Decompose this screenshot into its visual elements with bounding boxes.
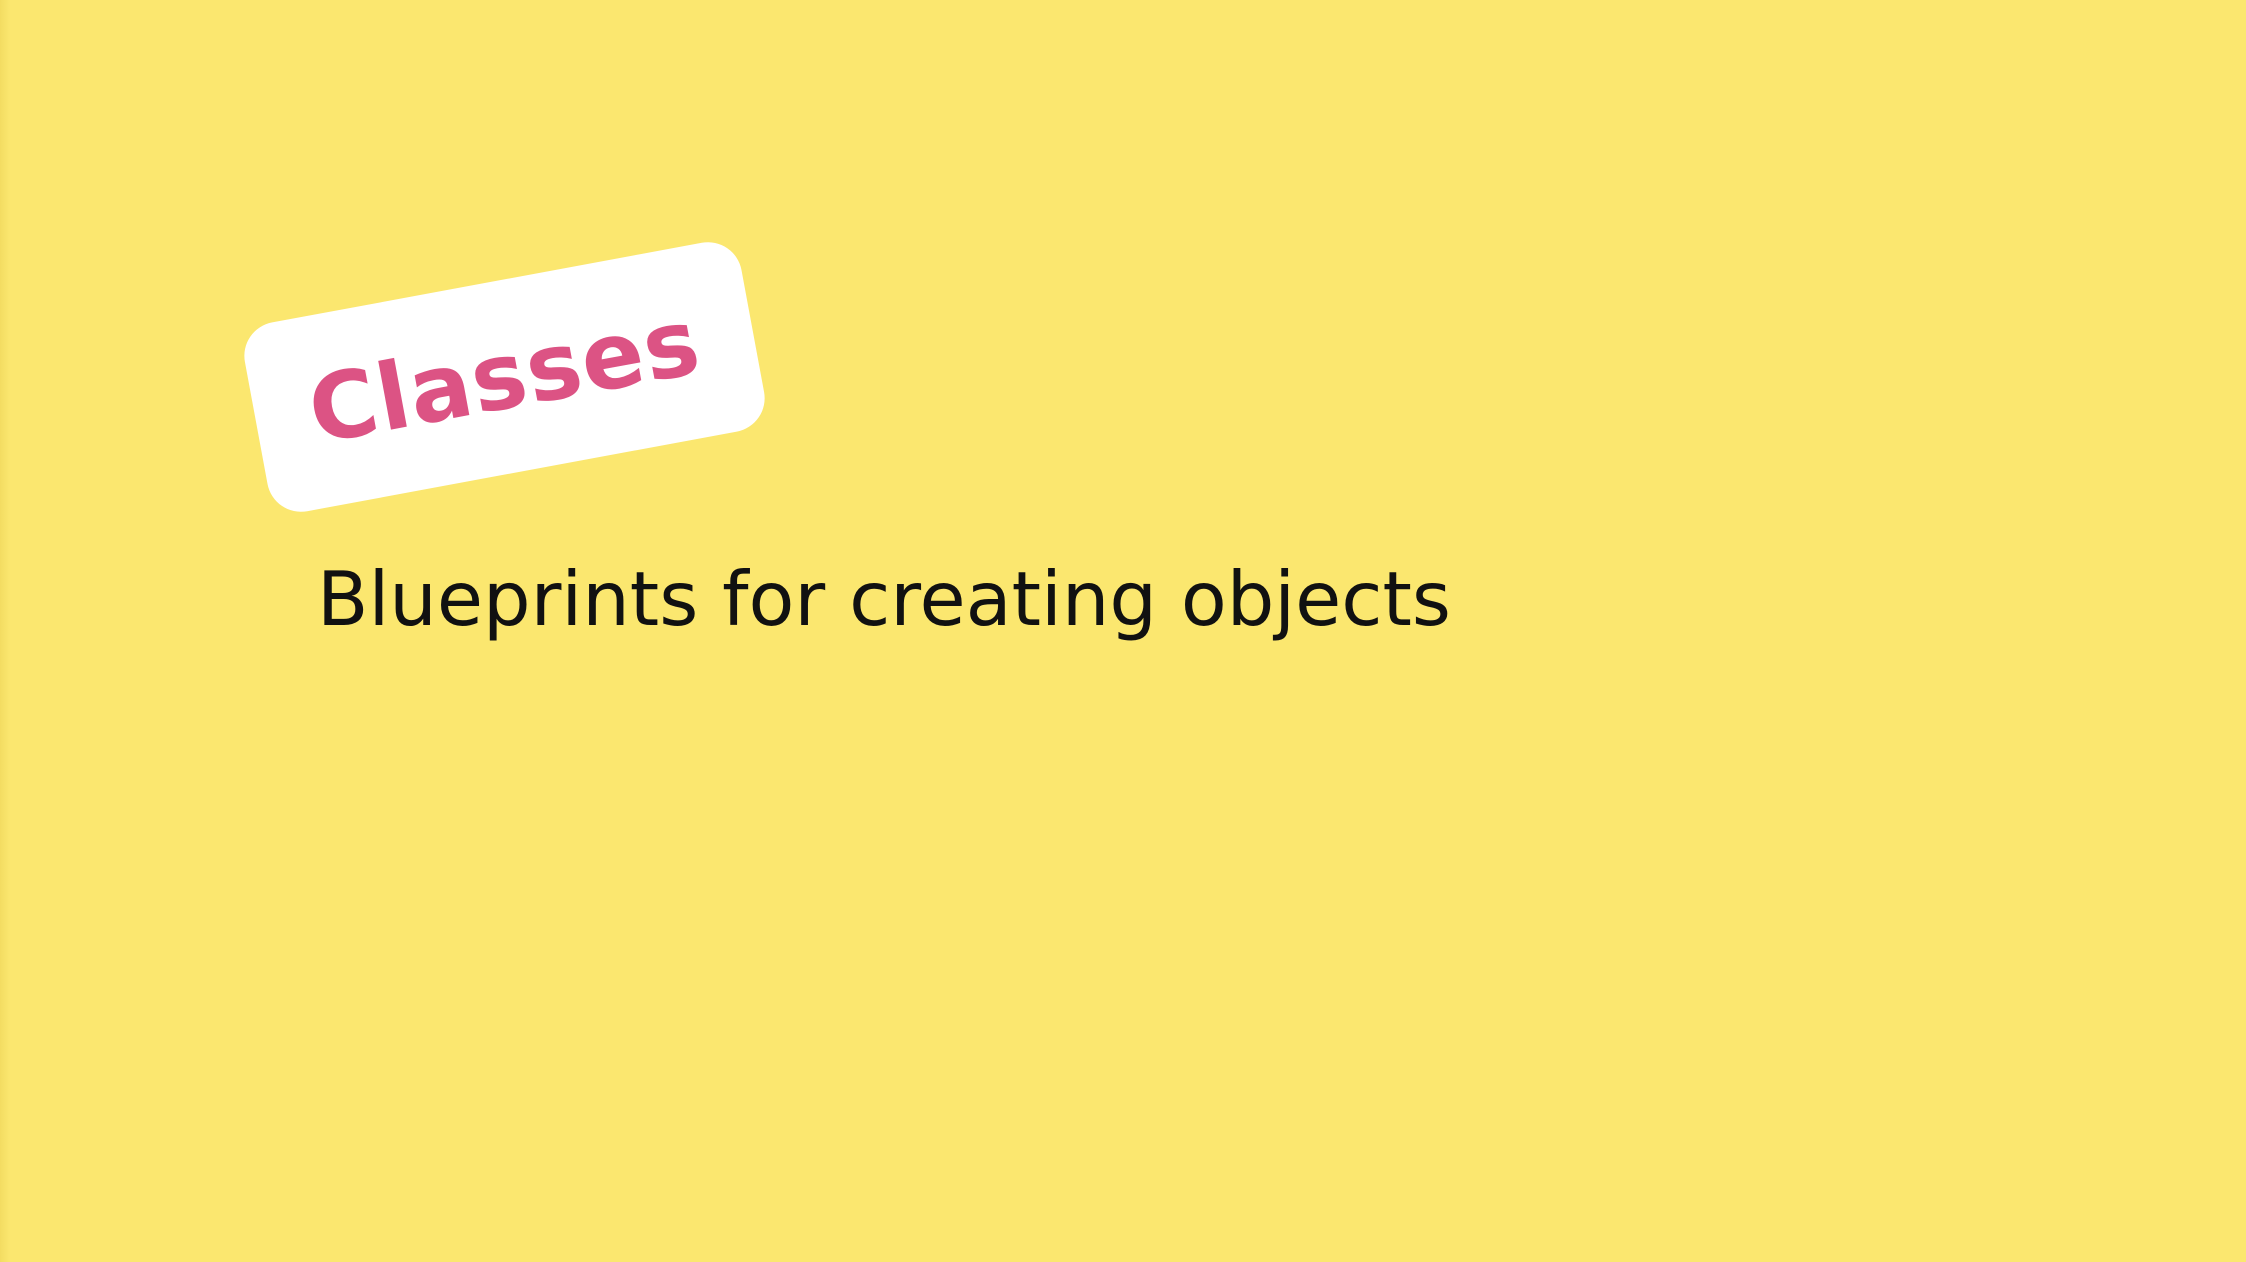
left-edge-shade (0, 0, 10, 1262)
title-tag: Classes (238, 236, 771, 518)
slide-title: Classes (300, 287, 709, 466)
slide-subtitle: Blueprints for creating objects (317, 555, 1452, 643)
